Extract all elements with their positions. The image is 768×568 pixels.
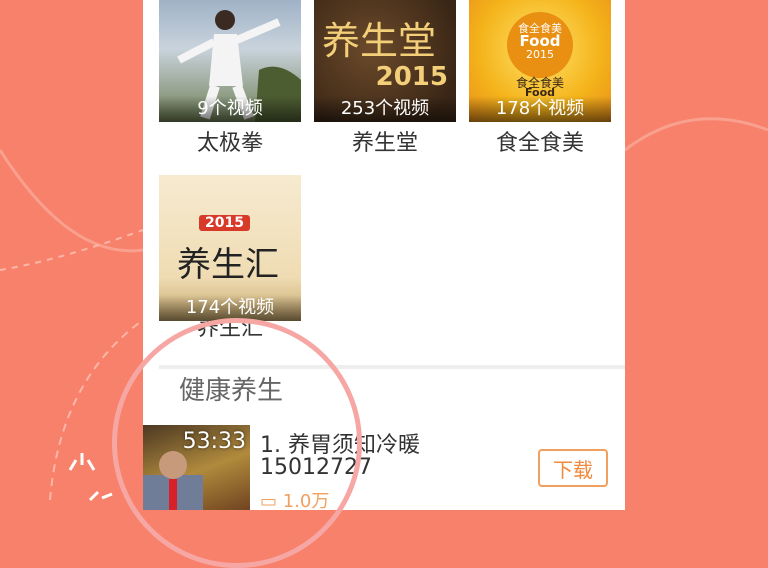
category-title: 太极拳 [196, 131, 263, 156]
badge-line-3: 2015 [526, 48, 554, 61]
video-count: 174个视频 [159, 295, 301, 321]
video-comment-count: ▭ 1.0万 [260, 487, 329, 510]
video-count: 178个视频 [469, 96, 611, 122]
category-thumbnail: 养生堂 2015 253个视频 [314, 0, 456, 122]
category-tile-taijiquan[interactable]: 9个视频 太极拳 [159, 0, 301, 158]
video-list-item[interactable]: 53:33 1. 养胃须知冷暖 15012727 ▭ 1.0万 下载 [143, 425, 625, 510]
category-title: 养生堂 [351, 131, 418, 156]
category-tile-yangshenghui[interactable]: 2015 养生汇 174个视频 养生汇 [159, 175, 301, 343]
content-panel: 9个视频 太极拳 养生堂 2015 253个视频 养生堂 食全食美 Food 2… [143, 0, 625, 510]
video-thumbnail[interactable]: 53:33 [143, 425, 250, 510]
comment-count-label: 1.0万 [282, 491, 330, 510]
comment-icon: ▭ [260, 491, 278, 510]
category-title: 食全食美 [495, 131, 584, 156]
video-view-count: 15012727 [260, 455, 372, 480]
category-tile-shiquanshimei[interactable]: 食全食美 Food 2015 食全食美 Food 178个视频 食全食美 [469, 0, 611, 158]
thumb-title-text: 养生汇 [177, 245, 279, 285]
video-count: 9个视频 [159, 96, 301, 122]
video-count: 253个视频 [314, 96, 456, 122]
video-duration: 53:33 [182, 429, 246, 454]
category-tile-yangshengtang[interactable]: 养生堂 2015 253个视频 养生堂 [314, 0, 456, 158]
thumb-title-text: 养生堂 [322, 19, 437, 63]
badge-line-2: Food [519, 32, 561, 50]
food-logo-badge: 食全食美 Food 2015 [507, 12, 573, 78]
category-thumbnail: 2015 养生汇 174个视频 [159, 175, 301, 321]
thumb-year-text: 2015 [375, 62, 448, 92]
section-divider [159, 365, 625, 369]
thumb-year-badge: 2015 [199, 215, 250, 231]
category-thumbnail: 9个视频 [159, 0, 301, 122]
section-title: 健康养生 [179, 376, 284, 406]
category-thumbnail: 食全食美 Food 2015 食全食美 Food 178个视频 [469, 0, 611, 122]
download-button[interactable]: 下载 [538, 449, 608, 487]
